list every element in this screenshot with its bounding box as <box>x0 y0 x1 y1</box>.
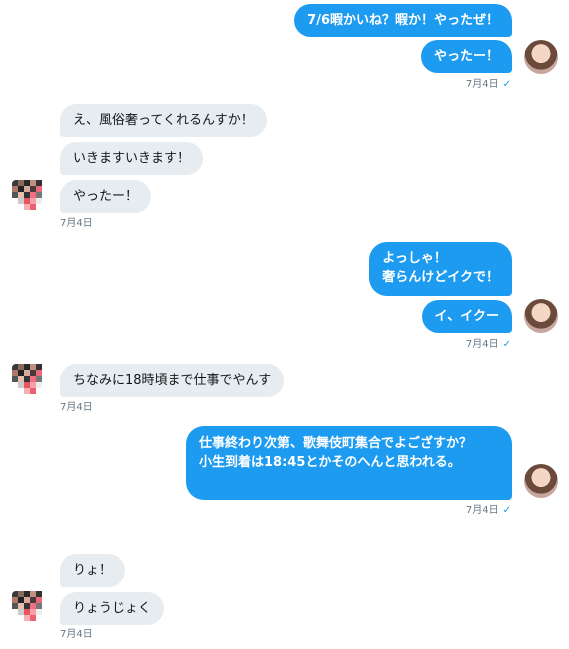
self-avatar[interactable] <box>524 299 558 333</box>
incoming-message[interactable]: え、風俗奢ってくれるんすか！ <box>60 104 267 137</box>
timestamp: 7月4日 <box>60 218 93 229</box>
self-avatar[interactable] <box>524 464 558 498</box>
outgoing-message[interactable]: やったー！ <box>420 40 512 73</box>
timestamp: 7月4日 ✓ <box>465 505 511 516</box>
incoming-message[interactable]: りょうじょく <box>60 592 165 625</box>
read-check-icon: ✓ <box>502 339 511 350</box>
pixelated-avatar-icon[interactable] <box>12 180 46 214</box>
pixelated-avatar-icon[interactable] <box>12 591 46 625</box>
timestamp: 7月4日 ✓ <box>465 339 511 350</box>
outgoing-message[interactable]: 仕事終わり次第、歌舞伎町集合でよござすか？ 小生到着は18:45とかそのへんと思… <box>186 426 512 500</box>
outgoing-message[interactable]: 7/6暇かいね？暇か！やったぜ！ <box>294 4 512 37</box>
read-check-icon: ✓ <box>502 505 511 516</box>
outgoing-message[interactable]: イ、イクー <box>421 300 512 333</box>
incoming-message[interactable]: ちなみに18時頃まで仕事でやんす <box>60 364 285 397</box>
self-avatar[interactable] <box>524 40 558 74</box>
pixelated-avatar-icon[interactable] <box>12 364 46 398</box>
timestamp: 7月4日 <box>60 629 93 640</box>
read-check-icon: ✓ <box>502 79 511 90</box>
timestamp: 7月4日 ✓ <box>465 79 511 90</box>
timestamp: 7月4日 <box>60 402 93 413</box>
incoming-message[interactable]: りょ！ <box>60 554 126 587</box>
incoming-message[interactable]: やったー！ <box>60 180 152 213</box>
outgoing-message[interactable]: よっしゃ！ 奢らんけどイクで！ <box>369 242 512 296</box>
incoming-message[interactable]: いきますいきます！ <box>60 142 204 175</box>
